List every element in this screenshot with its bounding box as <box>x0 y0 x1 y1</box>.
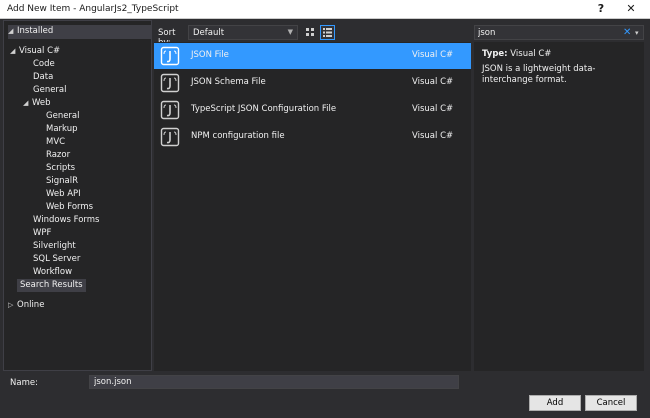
type-line: Type: Visual C# <box>482 49 551 59</box>
search-box[interactable]: ✕ ▾ <box>474 25 644 40</box>
tree-item-label: Online <box>17 300 45 310</box>
tree-item-data[interactable]: Data <box>33 71 53 84</box>
type-value: Visual C# <box>510 49 552 59</box>
title-bar: Add New Item - AngularJs2_TypeScript ? ✕ <box>0 0 650 19</box>
close-button[interactable]: ✕ <box>620 1 642 17</box>
tree-item-online[interactable]: ▷ Online <box>8 299 44 312</box>
tree-item-signalr[interactable]: SignalR <box>46 175 78 188</box>
type-label: Type: <box>482 49 508 59</box>
details-pane: Type: Visual C# JSON is a lightweight da… <box>474 42 644 371</box>
template-list: JSON File Visual C# JSON Schema File Vis… <box>154 42 471 371</box>
npm-config-icon <box>160 127 180 147</box>
list-view-button[interactable] <box>320 25 335 40</box>
tree-item-scripts[interactable]: Scripts <box>46 162 75 175</box>
tree-item-visual-csharp[interactable]: ◢ Visual C# <box>10 45 60 58</box>
template-name: JSON Schema File <box>191 77 266 87</box>
clear-search-icon[interactable]: ✕ <box>623 26 631 39</box>
template-item-json-schema[interactable]: JSON Schema File Visual C# <box>154 70 471 96</box>
grid-view-button[interactable] <box>303 25 318 40</box>
expanded-arrow-icon: ◢ <box>8 27 14 35</box>
search-input[interactable] <box>478 27 618 39</box>
tree-item-web[interactable]: ◢ Web <box>23 97 51 110</box>
tree-item-label: Installed <box>17 26 54 36</box>
search-dropdown-icon[interactable]: ▾ <box>635 27 639 40</box>
json-schema-icon <box>160 73 180 93</box>
template-language: Visual C# <box>412 50 454 60</box>
tree-item-label: Web <box>32 98 51 108</box>
tree-item-mvc[interactable]: MVC <box>46 136 65 149</box>
add-button[interactable]: Add <box>529 395 581 411</box>
json-file-icon <box>160 46 180 66</box>
tree-item-workflow[interactable]: Workflow <box>33 266 72 279</box>
tree-item-code[interactable]: Code <box>33 58 55 71</box>
tree-item-razor[interactable]: Razor <box>46 149 70 162</box>
tree-item-markup[interactable]: Markup <box>46 123 77 136</box>
template-language: Visual C# <box>412 77 454 87</box>
template-name: TypeScript JSON Configuration File <box>191 104 337 114</box>
tree-item-wpf[interactable]: WPF <box>33 227 51 240</box>
tree-item-installed[interactable]: ◢ Installed <box>8 25 151 39</box>
description: JSON is a lightweight data-interchange f… <box>482 64 596 85</box>
tree-item-label: Visual C# <box>19 46 61 56</box>
help-button[interactable]: ? <box>590 1 612 17</box>
window-title: Add New Item - AngularJs2_TypeScript <box>7 4 179 14</box>
tree-item-web-api[interactable]: Web API <box>46 188 81 201</box>
typescript-json-config-icon <box>160 100 180 120</box>
tree-item-general[interactable]: General <box>33 84 67 97</box>
expanded-arrow-icon: ◢ <box>23 99 29 107</box>
template-item-typescript-json-config[interactable]: TypeScript JSON Configuration File Visua… <box>154 97 471 123</box>
tree-item-search-results[interactable]: Search Results <box>17 279 86 292</box>
template-name: NPM configuration file <box>191 131 285 141</box>
tree-item-web-general[interactable]: General <box>46 110 80 123</box>
cancel-button[interactable]: Cancel <box>585 395 637 411</box>
expanded-arrow-icon: ◢ <box>10 47 16 55</box>
sort-dropdown[interactable]: Default ▼ <box>188 25 298 40</box>
template-item-json-file[interactable]: JSON File Visual C# <box>154 43 471 69</box>
template-name: JSON File <box>191 50 229 60</box>
category-tree: ◢ Installed ◢ Visual C# Code Data General … <box>3 20 152 371</box>
tree-item-silverlight[interactable]: Silverlight <box>33 240 76 253</box>
list-view-icon <box>323 28 332 37</box>
grid-view-icon <box>306 28 314 36</box>
name-label: Name: <box>10 378 38 388</box>
template-language: Visual C# <box>412 131 454 141</box>
tree-item-sql-server[interactable]: SQL Server <box>33 253 80 266</box>
collapsed-arrow-icon: ▷ <box>8 301 14 309</box>
sort-value: Default <box>193 28 225 38</box>
chevron-down-icon: ▼ <box>287 28 293 36</box>
template-language: Visual C# <box>412 104 454 114</box>
tree-item-windows-forms[interactable]: Windows Forms <box>33 214 100 227</box>
name-input[interactable] <box>89 375 459 389</box>
template-item-npm-config[interactable]: NPM configuration file Visual C# <box>154 124 471 150</box>
tree-item-web-forms[interactable]: Web Forms <box>46 201 93 214</box>
